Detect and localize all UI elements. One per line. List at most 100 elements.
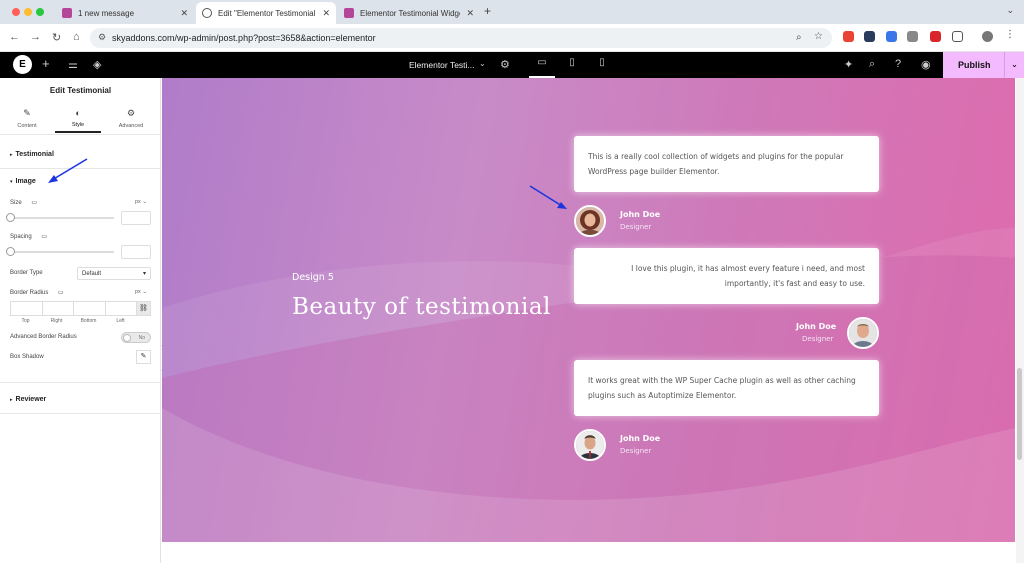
browser-tab-edit-testimonial[interactable]: Edit "Elementor Testimonial W ✕: [196, 2, 336, 24]
active-tab-indicator: [55, 131, 101, 133]
zoom-icon[interactable]: ⌕: [796, 32, 802, 43]
testimonial-card[interactable]: This is a really cool collection of widg…: [574, 136, 879, 192]
desktop-view-button[interactable]: ▭: [529, 57, 555, 78]
tab-style[interactable]: ◐ Style: [54, 108, 102, 128]
home-icon[interactable]: ⌂: [73, 31, 80, 43]
size-number-input[interactable]: [121, 211, 151, 225]
dim-label-top: Top: [21, 318, 30, 324]
spacing-slider[interactable]: [10, 251, 114, 253]
size-slider[interactable]: [10, 217, 114, 219]
section-image[interactable]: ▾ Image: [10, 178, 36, 185]
toggle-knob: [123, 334, 131, 342]
add-element-icon[interactable]: +: [42, 56, 50, 71]
testimonial-text: This is a really cool collection of widg…: [588, 152, 844, 176]
radius-left-input[interactable]: [104, 301, 137, 316]
screenshot-extension-icon[interactable]: [907, 31, 918, 42]
font-extension-icon[interactable]: [930, 31, 941, 42]
border-radius-unit-select[interactable]: px ⌄: [135, 289, 147, 295]
notifications-rocket-icon[interactable]: ✦: [844, 58, 853, 71]
close-window-button[interactable]: [12, 8, 20, 16]
divider: [0, 134, 161, 135]
unit-label: px: [135, 199, 141, 205]
browser-tab-widget[interactable]: Elementor Testimonial Widget ✕: [338, 2, 480, 24]
url-field[interactable]: ⚙ skyaddons.com/wp-admin/post.php?post=3…: [90, 28, 832, 48]
advanced-border-radius-toggle[interactable]: No: [121, 332, 151, 343]
new-tab-button[interactable]: +: [484, 4, 491, 18]
back-arrow-icon[interactable]: ←: [9, 31, 20, 43]
mobile-view-button[interactable]: ▯: [589, 57, 615, 78]
box-shadow-label: Box Shadow: [10, 354, 44, 360]
browser-menu-icon[interactable]: ⋮: [1005, 29, 1015, 40]
close-tab-icon[interactable]: ✕: [180, 8, 188, 19]
url-text: skyaddons.com/wp-admin/post.php?post=365…: [112, 33, 376, 43]
border-radius-control-label: Border Radius ▭: [10, 289, 64, 296]
spacing-slider-handle[interactable]: [6, 247, 15, 256]
document-title[interactable]: Elementor Testi...: [409, 60, 475, 70]
tab-search-chevron-icon[interactable]: ⌄: [1006, 5, 1014, 16]
reviewer-avatar: [847, 317, 879, 349]
close-tab-icon[interactable]: ✕: [466, 8, 474, 19]
inbox-icon: [62, 8, 72, 18]
dim-label-bottom: Bottom: [80, 318, 97, 324]
tablet-icon: ▯: [569, 57, 575, 68]
reviewer-role: Designer: [620, 447, 652, 455]
browser-tab-bar: 1 new message ✕ Edit "Elementor Testimon…: [0, 0, 1024, 24]
elementor-logo-icon[interactable]: E: [13, 55, 32, 74]
close-tab-icon[interactable]: ✕: [322, 8, 330, 19]
radius-top-input[interactable]: [10, 301, 43, 316]
design-label: Design 5: [292, 272, 334, 283]
tab-advanced[interactable]: ⚙ Advanced: [107, 108, 155, 129]
forward-arrow-icon[interactable]: →: [30, 31, 41, 43]
document-chevron-down-icon[interactable]: ⌄: [479, 59, 486, 68]
section-label: Image: [15, 178, 36, 185]
testimonial-card[interactable]: I love this plugin, it has almost every …: [574, 248, 879, 304]
panel-title: Edit Testimonial: [49, 86, 112, 95]
publish-button[interactable]: Publish ⌄: [943, 52, 1024, 78]
toggle-label: No: [138, 335, 145, 341]
size-slider-handle[interactable]: [6, 213, 15, 222]
extension-icon[interactable]: [843, 31, 854, 42]
canvas-scrollbar-thumb[interactable]: [1017, 368, 1022, 460]
site-settings-icon[interactable]: ⚙: [98, 32, 106, 43]
responsive-desktop-icon[interactable]: ▭: [41, 234, 47, 240]
search-icon[interactable]: ⌕: [869, 58, 875, 71]
box-shadow-edit-button[interactable]: ✎: [136, 350, 151, 364]
puzzle-extensions-icon[interactable]: [952, 31, 963, 42]
control-label: Spacing: [10, 234, 32, 240]
preview-eye-icon[interactable]: ◉: [921, 58, 931, 71]
maximize-window-button[interactable]: [36, 8, 44, 16]
bookmark-star-icon[interactable]: ☆: [814, 31, 823, 42]
profile-avatar[interactable]: [982, 31, 993, 42]
advanced-border-radius-label: Advanced Border Radius: [10, 334, 77, 340]
spacing-control-label: Spacing ▭: [10, 233, 47, 240]
border-type-select[interactable]: Default ▾: [77, 267, 151, 280]
site-settings-sliders-icon[interactable]: ⚌: [68, 58, 78, 71]
section-reviewer[interactable]: ▸ Reviewer: [10, 396, 46, 403]
shield-extension-icon[interactable]: [864, 31, 875, 42]
spacing-number-input[interactable]: [121, 245, 151, 259]
browser-tab-messages[interactable]: 1 new message ✕: [56, 2, 194, 24]
structure-layers-icon[interactable]: ◈: [93, 58, 101, 71]
size-unit-select[interactable]: px ⌄: [135, 199, 147, 205]
testimonial-card[interactable]: It works great with the WP Super Cache p…: [574, 360, 879, 416]
tablet-view-button[interactable]: ▯: [559, 57, 585, 78]
page-settings-gear-icon[interactable]: ⚙: [500, 58, 510, 71]
minimize-window-button[interactable]: [24, 8, 32, 16]
canvas-scrollbar-track[interactable]: [1016, 78, 1024, 563]
publish-options-chevron-icon[interactable]: ⌄: [1004, 52, 1024, 78]
tab-content[interactable]: ✎ Content: [3, 108, 51, 129]
testimonial-text: I love this plugin, it has almost every …: [631, 264, 865, 288]
radius-bottom-input[interactable]: [73, 301, 106, 316]
pencil-icon: ✎: [140, 353, 147, 360]
border-type-label: Border Type: [10, 270, 43, 276]
responsive-desktop-icon[interactable]: ▭: [31, 200, 37, 206]
testimonial-section[interactable]: Design 5 Beauty of testimonial This is a…: [162, 78, 1015, 542]
reload-icon[interactable]: ↻: [52, 31, 61, 44]
link-values-button[interactable]: ⛓: [136, 301, 151, 316]
responsive-desktop-icon[interactable]: ▭: [58, 290, 64, 296]
tab-label: 1 new message: [78, 8, 135, 18]
pencil-icon: ✎: [23, 108, 31, 118]
translate-extension-icon[interactable]: [886, 31, 897, 42]
help-icon[interactable]: ?: [895, 58, 901, 70]
radius-right-input[interactable]: [41, 301, 74, 316]
